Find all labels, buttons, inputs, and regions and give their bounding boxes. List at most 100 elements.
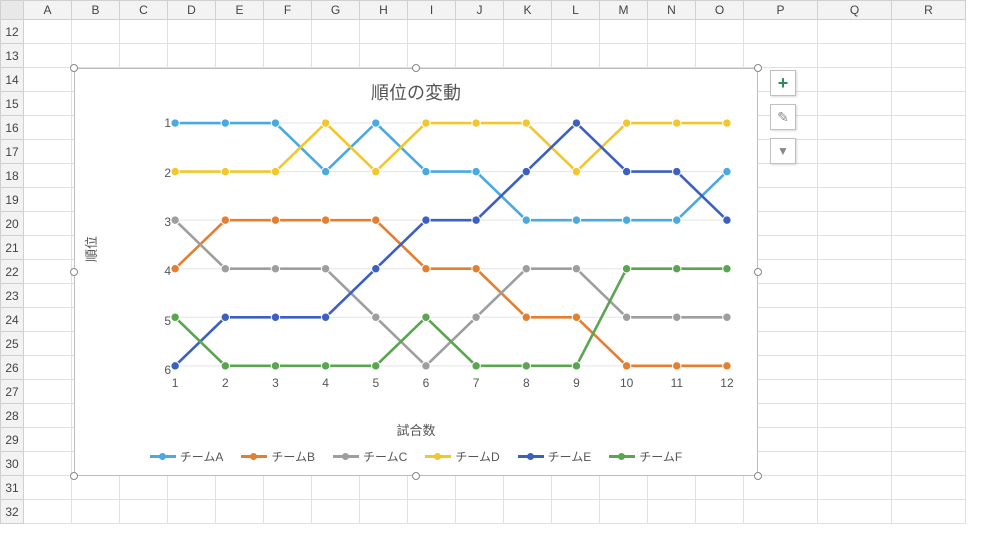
cell[interactable] (72, 476, 120, 500)
cell[interactable] (818, 68, 892, 92)
column-header[interactable]: F (264, 0, 312, 20)
cell[interactable] (24, 284, 72, 308)
row-header[interactable]: 30 (0, 452, 24, 476)
cell[interactable] (360, 44, 408, 68)
cell[interactable] (892, 236, 966, 260)
cell[interactable] (24, 308, 72, 332)
cell[interactable] (24, 356, 72, 380)
chart-object[interactable]: 順位の変動 順位 123456123456789101112 試合数 チームAチ… (74, 68, 758, 476)
cell[interactable] (264, 500, 312, 524)
cell[interactable] (360, 476, 408, 500)
cell[interactable] (120, 476, 168, 500)
cell[interactable] (168, 44, 216, 68)
column-header[interactable]: J (456, 0, 504, 20)
x-axis-title[interactable]: 試合数 (75, 420, 757, 439)
cell[interactable] (264, 476, 312, 500)
cell[interactable] (818, 380, 892, 404)
row-header[interactable]: 27 (0, 380, 24, 404)
cell[interactable] (24, 260, 72, 284)
column-header[interactable]: G (312, 0, 360, 20)
cell[interactable] (818, 284, 892, 308)
cell[interactable] (648, 44, 696, 68)
cell[interactable] (818, 236, 892, 260)
legend-item[interactable]: チームB (241, 448, 315, 465)
row-header[interactable]: 26 (0, 356, 24, 380)
row-header[interactable]: 28 (0, 404, 24, 428)
cell[interactable] (216, 500, 264, 524)
cell[interactable] (818, 332, 892, 356)
cell[interactable] (552, 500, 600, 524)
column-header[interactable]: B (72, 0, 120, 20)
row-header[interactable]: 18 (0, 164, 24, 188)
cell[interactable] (892, 356, 966, 380)
legend-item[interactable]: チームA (150, 448, 224, 465)
cell[interactable] (312, 44, 360, 68)
legend-item[interactable]: チームD (425, 448, 499, 465)
cell[interactable] (818, 20, 892, 44)
cell[interactable] (456, 500, 504, 524)
column-header[interactable]: N (648, 0, 696, 20)
cell[interactable] (696, 476, 744, 500)
cell[interactable] (24, 92, 72, 116)
cell[interactable] (892, 212, 966, 236)
cell[interactable] (24, 500, 72, 524)
cell[interactable] (892, 500, 966, 524)
resize-handle[interactable] (70, 64, 78, 72)
chart-title[interactable]: 順位の変動 (75, 69, 757, 103)
cell[interactable] (600, 476, 648, 500)
column-header[interactable]: D (168, 0, 216, 20)
cell[interactable] (168, 476, 216, 500)
chart-add-element-button[interactable]: + (770, 70, 796, 96)
cell[interactable] (818, 428, 892, 452)
cell[interactable] (360, 20, 408, 44)
cell[interactable] (24, 236, 72, 260)
resize-handle[interactable] (754, 64, 762, 72)
cell[interactable] (312, 20, 360, 44)
cell[interactable] (168, 500, 216, 524)
row-header[interactable]: 16 (0, 116, 24, 140)
select-all-triangle[interactable] (0, 0, 24, 20)
cell[interactable] (892, 404, 966, 428)
cell[interactable] (168, 20, 216, 44)
row-header[interactable]: 24 (0, 308, 24, 332)
cell[interactable] (892, 428, 966, 452)
resize-handle[interactable] (70, 472, 78, 480)
row-header[interactable]: 31 (0, 476, 24, 500)
row-header[interactable]: 21 (0, 236, 24, 260)
column-header[interactable]: K (504, 0, 552, 20)
column-header[interactable]: O (696, 0, 744, 20)
row-header[interactable]: 17 (0, 140, 24, 164)
row-header[interactable]: 29 (0, 428, 24, 452)
chart-style-button[interactable]: ✎ (770, 104, 796, 130)
cell[interactable] (120, 500, 168, 524)
resize-handle[interactable] (754, 268, 762, 276)
cell[interactable] (24, 332, 72, 356)
cell[interactable] (648, 476, 696, 500)
column-header[interactable]: I (408, 0, 456, 20)
cell[interactable] (892, 452, 966, 476)
cell[interactable] (24, 44, 72, 68)
cell[interactable] (72, 500, 120, 524)
cell[interactable] (504, 476, 552, 500)
cell[interactable] (408, 500, 456, 524)
cell[interactable] (72, 44, 120, 68)
cell[interactable] (600, 500, 648, 524)
cell[interactable] (504, 20, 552, 44)
column-header[interactable]: M (600, 0, 648, 20)
cell[interactable] (120, 20, 168, 44)
cell[interactable] (552, 476, 600, 500)
legend-item[interactable]: チームC (333, 448, 407, 465)
resize-handle[interactable] (70, 268, 78, 276)
cell[interactable] (24, 116, 72, 140)
cell[interactable] (744, 476, 818, 500)
cell[interactable] (892, 164, 966, 188)
row-header[interactable]: 23 (0, 284, 24, 308)
cell[interactable] (892, 380, 966, 404)
cell[interactable] (818, 452, 892, 476)
cell[interactable] (892, 92, 966, 116)
row-header[interactable]: 22 (0, 260, 24, 284)
cell[interactable] (24, 164, 72, 188)
chart-legend[interactable]: チームAチームBチームCチームDチームEチームF (75, 448, 757, 465)
column-header[interactable]: A (24, 0, 72, 20)
row-header[interactable]: 14 (0, 68, 24, 92)
